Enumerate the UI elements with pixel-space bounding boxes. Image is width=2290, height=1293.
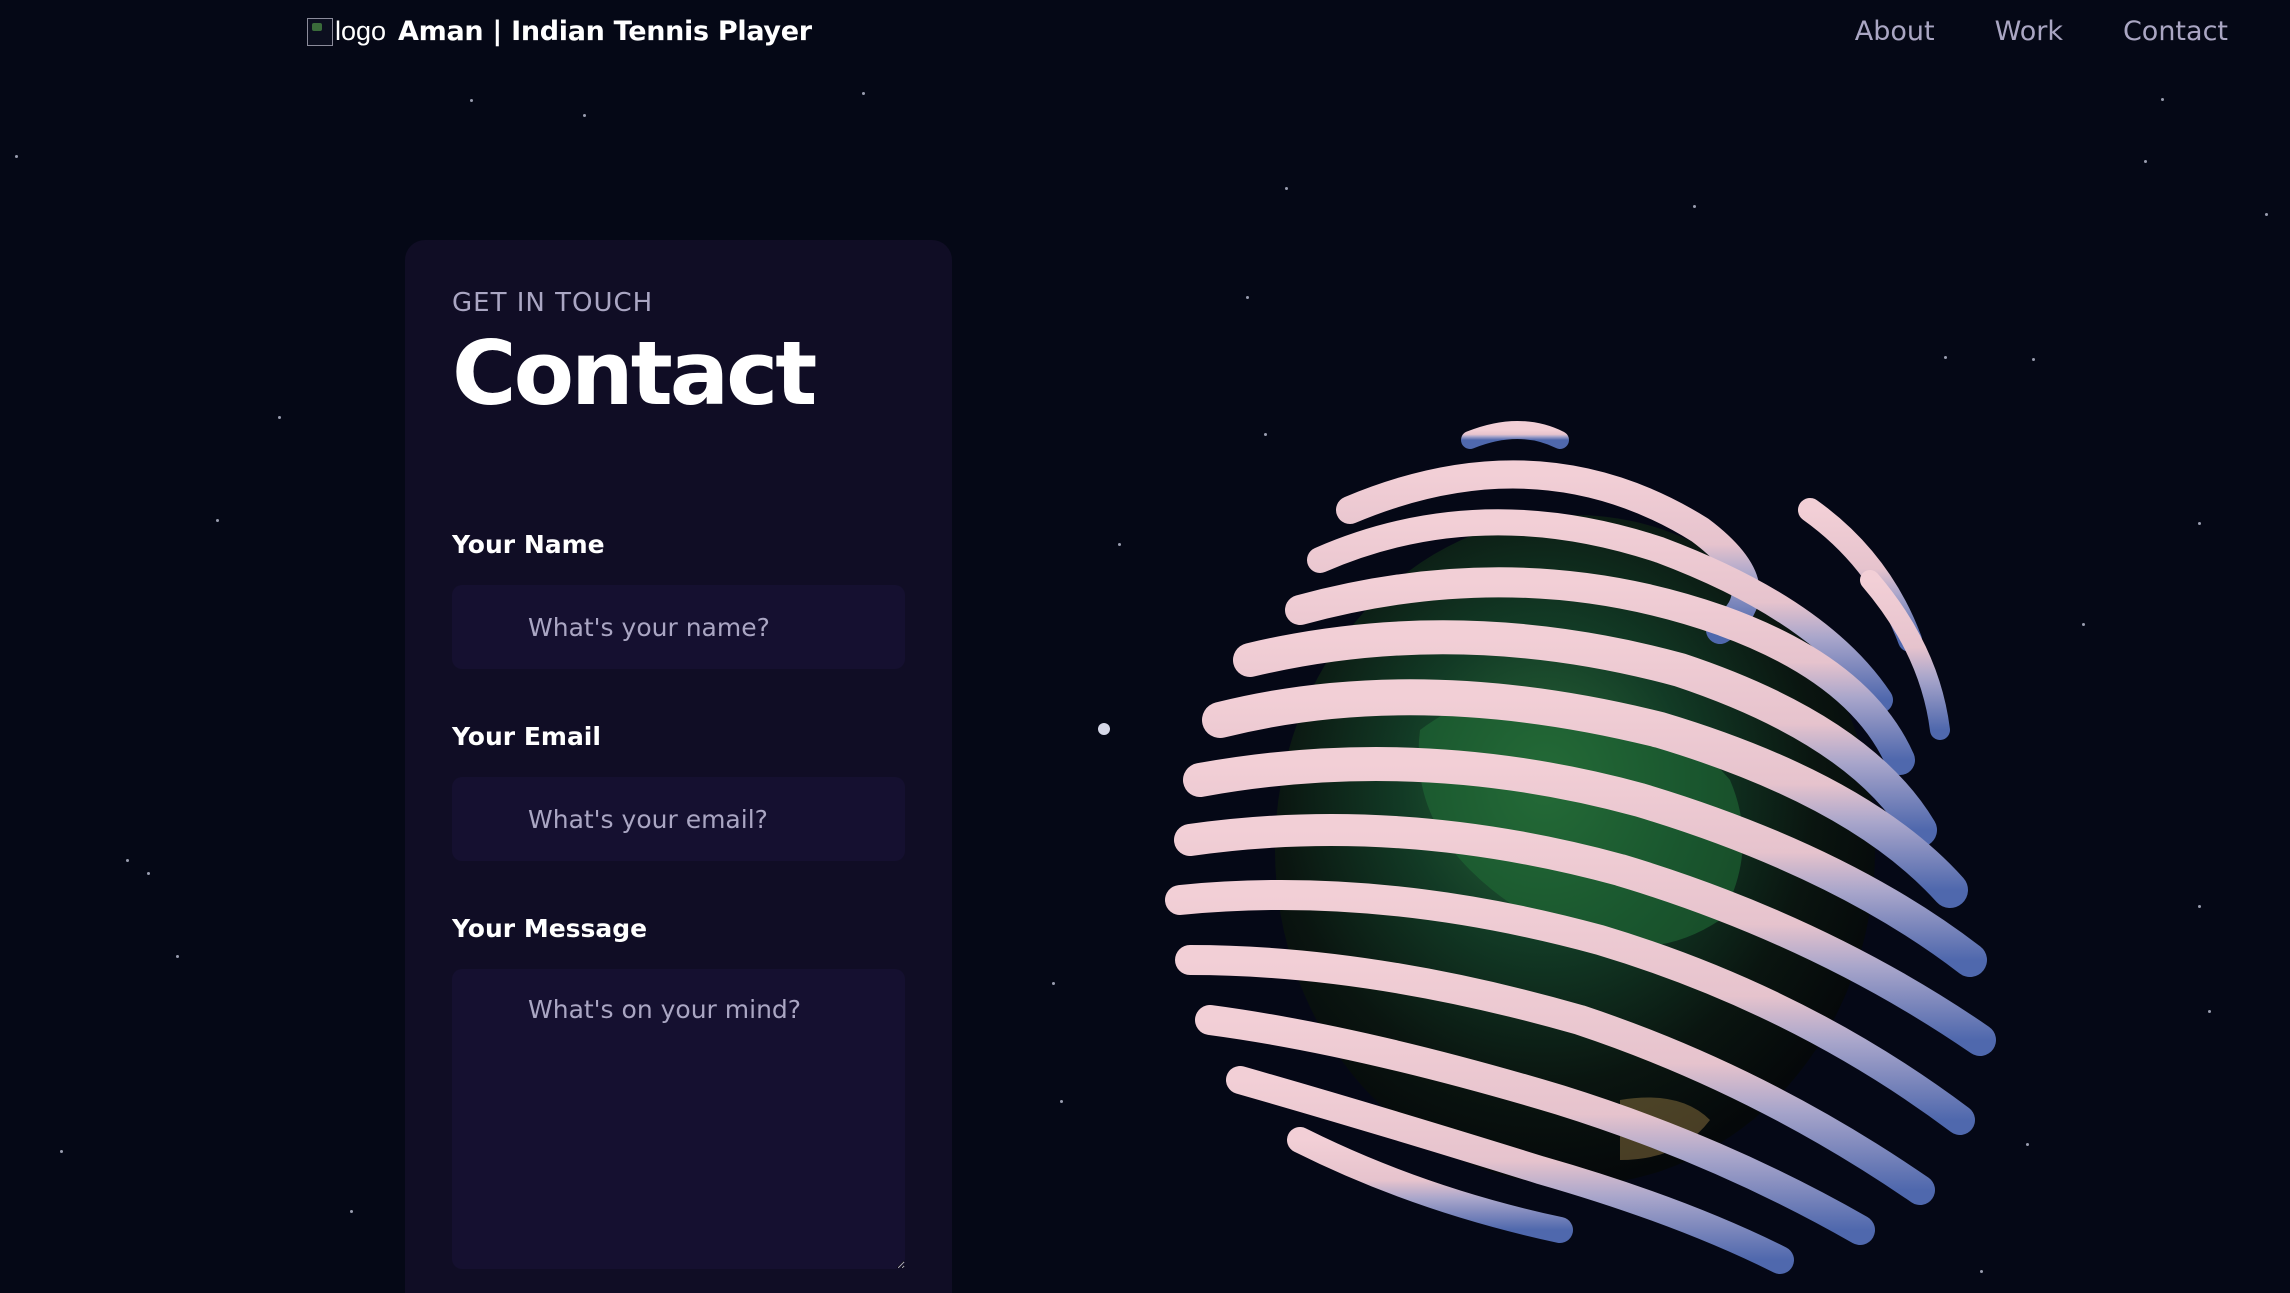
nav-link-about[interactable]: About [1855, 16, 1935, 47]
contact-card: GET IN TOUCH Contact Your Name Your Emai… [405, 240, 952, 1293]
brand-name: Aman | Indian Tennis Player [398, 16, 812, 47]
message-label: Your Message [452, 914, 648, 943]
name-input[interactable] [452, 585, 905, 669]
section-eyebrow: GET IN TOUCH [452, 288, 654, 318]
name-label: Your Name [452, 530, 605, 559]
navbar: logo Aman | Indian Tennis Player About W… [0, 0, 2290, 70]
small-planet-dot [1098, 723, 1110, 735]
brand-link[interactable]: logo Aman | Indian Tennis Player [307, 16, 812, 47]
email-field-group: Your Email [452, 722, 905, 861]
email-input[interactable] [452, 777, 905, 861]
message-textarea[interactable] [452, 969, 905, 1269]
broken-image-icon [307, 17, 333, 46]
nav-link-contact[interactable]: Contact [2123, 16, 2228, 47]
section-title: Contact [452, 322, 817, 425]
nav-link-work[interactable]: Work [1995, 16, 2063, 47]
nav-links: About Work Contact [1855, 16, 2228, 47]
earth-globe-canvas[interactable] [1120, 400, 2020, 1293]
message-field-group: Your Message [452, 914, 905, 1274]
earth-globe-illustration [1165, 421, 1996, 1274]
name-field-group: Your Name [452, 530, 905, 669]
logo-image: logo [307, 16, 386, 47]
logo-alt-text: logo [335, 16, 387, 46]
email-label: Your Email [452, 722, 601, 751]
